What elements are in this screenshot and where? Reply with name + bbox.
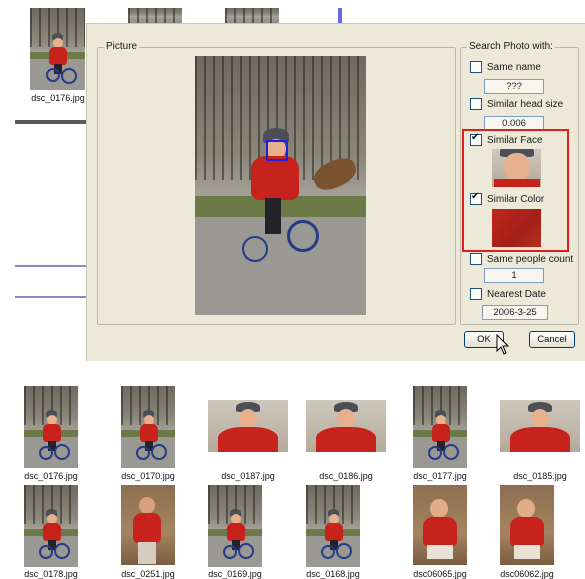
same-name-value: ??? [484, 79, 544, 94]
result-caption: dsc_0251.jpg [121, 569, 175, 579]
same-people-count-option[interactable]: Same people count [470, 253, 573, 265]
similar-head-size-label: Similar head size [487, 98, 564, 110]
same-name-option[interactable]: Same name [470, 61, 541, 73]
result-caption: dsc_0170.jpg [121, 471, 175, 481]
hidden-thumbnail[interactable] [225, 8, 279, 23]
selected-photo [195, 56, 366, 315]
result-caption: dsc_0177.jpg [413, 471, 467, 481]
same-name-label: Same name [487, 61, 541, 73]
search-dialog: Picture Search Photo with: Same name ??? [86, 23, 585, 361]
background-divider-3 [15, 296, 87, 298]
highlight-frame [462, 129, 569, 252]
people-count-value: 1 [484, 268, 544, 283]
top-thumbnail[interactable] [30, 8, 85, 90]
background-divider [15, 120, 87, 124]
nearest-date-value: 2006-3-25 [482, 305, 548, 320]
similar-head-size-checkbox[interactable] [470, 98, 482, 110]
result-thumbnail[interactable] [500, 485, 554, 565]
result-thumbnail[interactable] [306, 485, 360, 567]
result-caption: dsc_0168.jpg [306, 569, 360, 579]
result-thumbnail[interactable] [121, 386, 175, 468]
nearest-date-option[interactable]: Nearest Date [470, 288, 546, 300]
result-thumbnail[interactable] [500, 400, 580, 452]
same-name-checkbox[interactable] [470, 61, 482, 73]
same-people-count-label: Same people count [487, 253, 574, 265]
result-thumbnail[interactable] [306, 400, 386, 452]
nearest-date-checkbox[interactable] [470, 288, 482, 300]
similar-head-size-option[interactable]: Similar head size [470, 98, 563, 110]
cancel-button[interactable]: Cancel [529, 331, 575, 348]
result-caption: dsc_0186.jpg [319, 471, 373, 481]
result-thumbnail[interactable] [208, 400, 288, 452]
search-group-title: Search Photo with: [467, 41, 555, 52]
result-caption: dsc06065.jpg [413, 569, 467, 579]
result-caption: dsc_0178.jpg [24, 569, 78, 579]
result-caption: dsc06062.jpg [500, 569, 554, 579]
result-thumbnail[interactable] [24, 485, 78, 567]
picture-group: Picture [97, 41, 456, 325]
hidden-thumbnail[interactable] [128, 8, 182, 23]
result-thumbnail[interactable] [413, 485, 467, 565]
nearest-date-label: Nearest Date [487, 288, 546, 300]
result-caption: dsc_0176.jpg [24, 471, 78, 481]
top-thumbnail-caption: dsc_0176.jpg [31, 93, 85, 103]
result-caption: dsc_0169.jpg [208, 569, 262, 579]
same-people-count-checkbox[interactable] [470, 253, 482, 265]
face-detection-box [266, 140, 288, 161]
picture-group-title: Picture [104, 41, 140, 52]
result-thumbnail[interactable] [24, 386, 78, 468]
result-caption: dsc_0187.jpg [221, 471, 275, 481]
background-divider-2 [15, 265, 87, 267]
result-caption: dsc_0185.jpg [513, 471, 567, 481]
result-thumbnail[interactable] [121, 485, 175, 565]
result-thumbnail[interactable] [413, 386, 467, 468]
result-thumbnail[interactable] [208, 485, 262, 567]
mouse-cursor-icon [496, 334, 510, 355]
